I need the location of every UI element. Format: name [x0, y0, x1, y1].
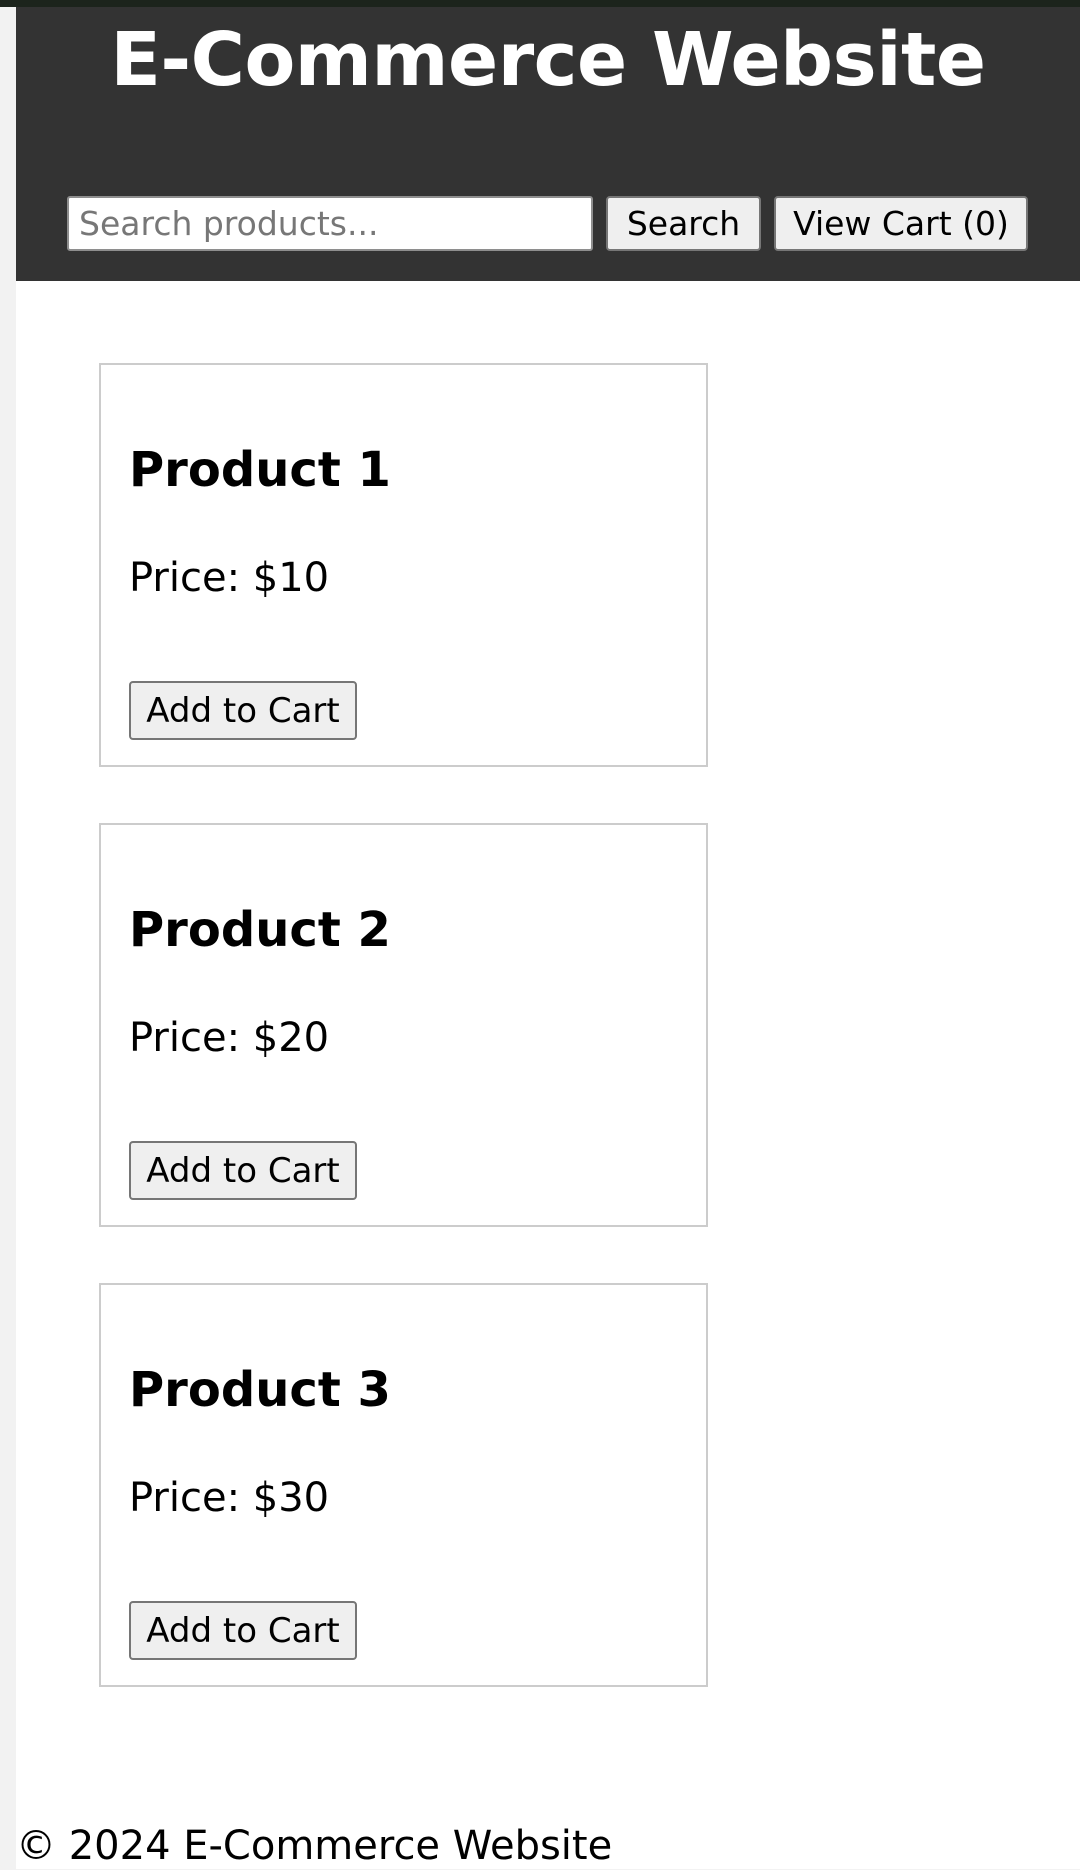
add-to-cart-button[interactable]: Add to Cart: [129, 1141, 357, 1200]
search-button[interactable]: Search: [606, 196, 761, 251]
add-to-cart-button[interactable]: Add to Cart: [129, 1601, 357, 1660]
top-border: [0, 0, 1080, 7]
footer-copyright: © 2024 E-Commerce Website: [16, 1823, 613, 1869]
product-card: Product 3 Price: $30 Add to Cart: [99, 1283, 708, 1687]
add-to-cart-button[interactable]: Add to Cart: [129, 681, 357, 740]
product-name: Product 3: [129, 1362, 391, 1418]
product-price: Price: $20: [129, 1015, 330, 1061]
search-input[interactable]: [67, 196, 593, 251]
product-price: Price: $30: [129, 1475, 330, 1521]
product-name: Product 2: [129, 902, 391, 958]
product-name: Product 1: [129, 442, 391, 498]
product-card: Product 2 Price: $20 Add to Cart: [99, 823, 708, 1227]
view-cart-button[interactable]: View Cart (0): [774, 196, 1028, 251]
product-card: Product 1 Price: $10 Add to Cart: [99, 363, 708, 767]
site-title: E-Commerce Website: [110, 17, 986, 103]
product-price: Price: $10: [129, 555, 330, 601]
page: E-Commerce Website Search View Cart (0) …: [16, 7, 1080, 1869]
site-header: E-Commerce Website Search View Cart (0): [16, 7, 1080, 281]
